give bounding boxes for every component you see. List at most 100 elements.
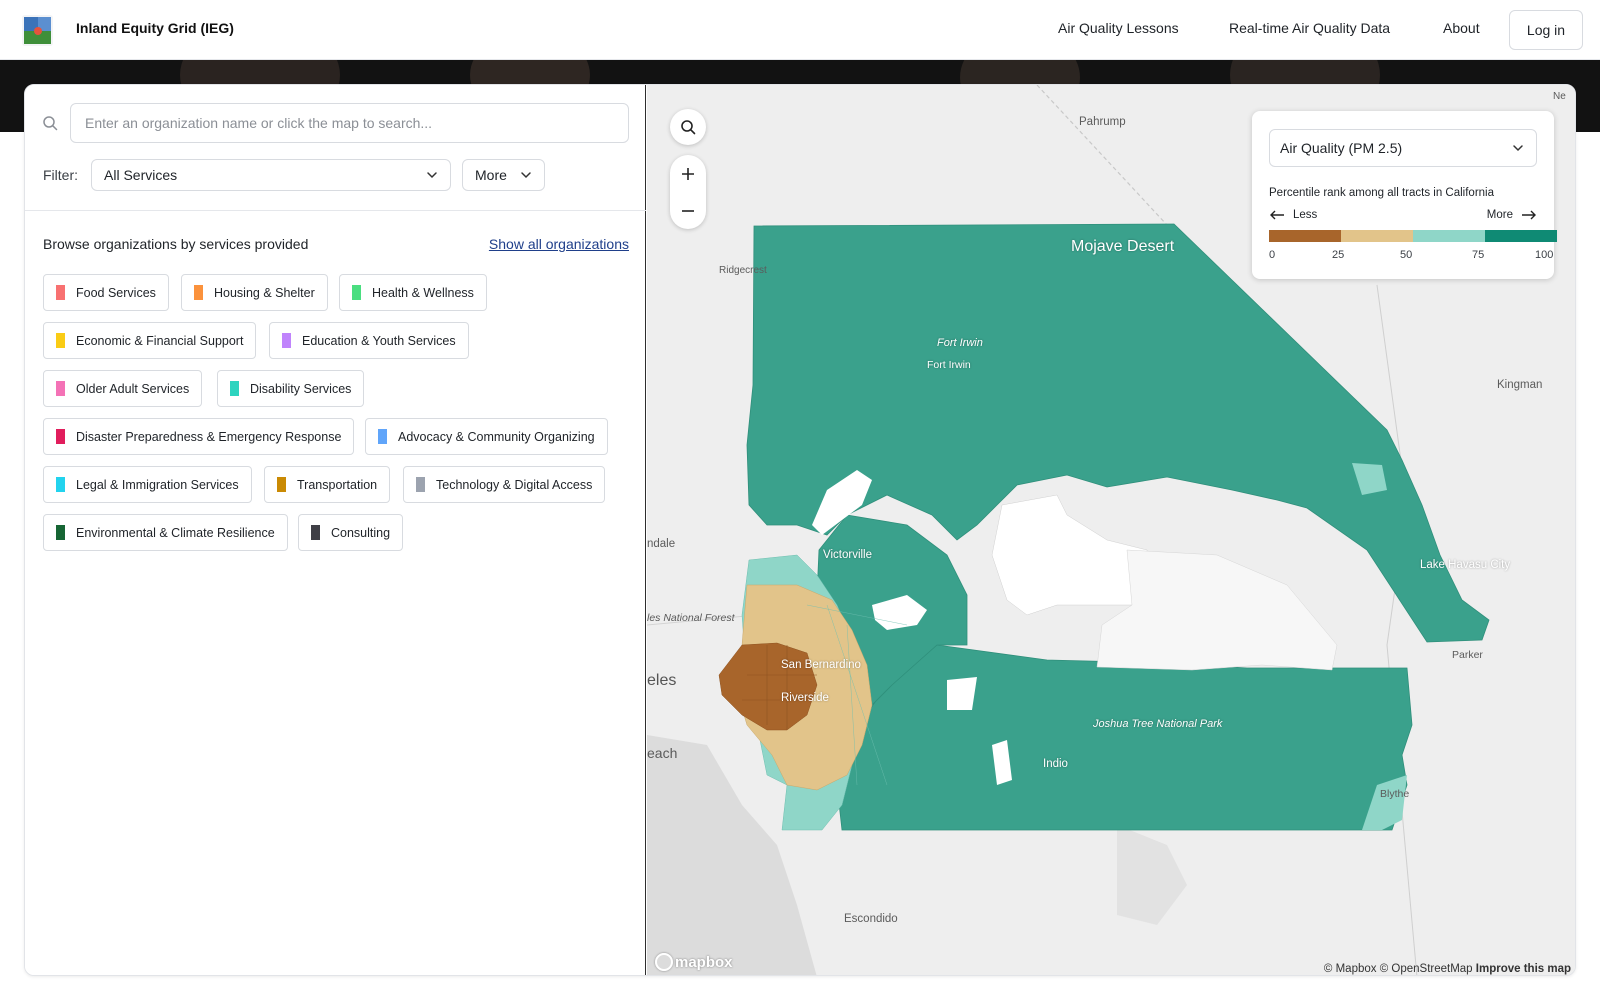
label-indio: Indio (1043, 758, 1068, 770)
chevron-down-icon (1513, 145, 1523, 152)
map-legend: Air Quality (PM 2.5) Percentile rank amo… (1252, 111, 1557, 279)
zoom-controls (670, 155, 706, 229)
service-color-swatch (56, 285, 65, 300)
service-chip-housing-shelter[interactable]: Housing & Shelter (181, 274, 328, 311)
service-color-swatch (277, 477, 286, 492)
service-chip-disaster-preparedness[interactable]: Disaster Preparedness & Emergency Respon… (43, 418, 355, 455)
service-chip-economic-financial-support[interactable]: Economic & Financial Support (43, 322, 257, 359)
service-chip-advocacy-community-organizing[interactable]: Advocacy & Community Organizing (365, 418, 608, 455)
label-fort-irwin-town: Fort Irwin (927, 359, 971, 371)
minus-icon (682, 209, 694, 212)
search-icon (43, 116, 58, 131)
plus-icon (682, 167, 694, 180)
legend-color-bar (1269, 230, 1557, 242)
service-chip-disability-services[interactable]: Disability Services (217, 370, 365, 407)
organization-search-input[interactable] (70, 103, 629, 143)
nav-air-quality-lessons[interactable]: Air Quality Lessons (1058, 20, 1179, 36)
service-chip-label: Advocacy & Community Organizing (398, 429, 595, 444)
main-card: Filter: All Services More Browse organiz… (24, 84, 1576, 976)
service-color-swatch (230, 381, 239, 396)
service-color-swatch (282, 333, 291, 348)
legend-tick-50: 50 (1400, 249, 1413, 261)
services-filter-select[interactable]: All Services (91, 159, 451, 191)
arrow-left-icon (1270, 210, 1284, 220)
service-chip-education-youth-services[interactable]: Education & Youth Services (269, 322, 469, 359)
filter-label: Filter: (43, 167, 78, 183)
ieg-logo-icon[interactable] (21, 14, 54, 47)
mapbox-logo-text: mapbox (675, 953, 733, 971)
service-chip-label: Older Adult Services (76, 381, 190, 396)
label-riverside: Riverside (781, 692, 829, 704)
legend-tick-25: 25 (1332, 249, 1345, 261)
legend-swatch-50-75 (1413, 230, 1485, 242)
service-chip-legal-immigration-services[interactable]: Legal & Immigration Services (43, 466, 252, 503)
service-chip-label: Housing & Shelter (214, 285, 315, 300)
label-fort-irwin: Fort Irwin (937, 337, 983, 349)
service-color-swatch (56, 381, 65, 396)
legend-swatch-25-50 (1341, 230, 1413, 242)
legend-swatch-0-25 (1269, 230, 1341, 242)
service-chip-consulting[interactable]: Consulting (298, 514, 404, 551)
label-national-forest: les National Forest (647, 612, 735, 624)
service-chip-technology-digital-access[interactable]: Technology & Digital Access (403, 466, 606, 503)
label-ridgecrest: Ridgecrest (719, 265, 767, 276)
legend-more: More (1487, 209, 1537, 221)
service-chip-label: Disaster Preparedness & Emergency Respon… (76, 429, 342, 444)
show-all-organizations-link[interactable]: Show all organizations (489, 236, 629, 252)
nav-real-time-air-quality-data[interactable]: Real-time Air Quality Data (1229, 20, 1390, 36)
service-chip-label: Food Services (76, 285, 156, 300)
legend-less: Less (1269, 209, 1317, 221)
legend-less-label: Less (1293, 209, 1318, 221)
mapbox-logo[interactable]: mapbox (655, 953, 733, 971)
service-chip-label: Economic & Financial Support (76, 333, 244, 348)
service-chip-food-services[interactable]: Food Services (43, 274, 169, 311)
mapbox-logo-icon (655, 953, 673, 971)
service-color-swatch (194, 285, 203, 300)
chevron-down-icon (427, 172, 437, 179)
legend-tick-100: 100 (1535, 249, 1554, 261)
label-victorville: Victorville (823, 549, 872, 561)
service-color-swatch (378, 429, 387, 444)
service-color-swatch (56, 525, 65, 540)
login-button[interactable]: Log in (1509, 10, 1583, 50)
service-color-swatch (56, 333, 65, 348)
service-chip-label: Health & Wellness (372, 285, 474, 300)
top-nav-bar: Inland Equity Grid (IEG) Air Quality Les… (0, 0, 1600, 60)
more-filters-label: More (475, 167, 507, 183)
attribution-osm-link[interactable]: © OpenStreetMap (1380, 963, 1473, 975)
more-filters-button[interactable]: More (462, 159, 545, 191)
service-color-swatch (56, 429, 65, 444)
app-title[interactable]: Inland Equity Grid (IEG) (76, 20, 234, 36)
label-blythe: Blythe (1380, 788, 1410, 800)
chevron-down-icon (521, 172, 531, 179)
browse-title: Browse organizations by services provide… (43, 236, 309, 252)
label-pahrump: Pahrump (1079, 116, 1126, 128)
label-kingman: Kingman (1497, 379, 1543, 391)
label-mojave-desert: Mojave Desert (1071, 238, 1175, 255)
zoom-out-button[interactable] (670, 192, 706, 229)
legend-more-label: More (1486, 209, 1513, 221)
service-chip-transportation[interactable]: Transportation (264, 466, 391, 503)
map-layer-select[interactable]: Air Quality (PM 2.5) (1269, 129, 1537, 167)
map-attribution: © Mapbox © OpenStreetMap Improve this ma… (1324, 963, 1571, 975)
service-chip-health-wellness[interactable]: Health & Wellness (339, 274, 487, 311)
map-canvas[interactable]: Pahrump Ridgecrest Mojave Desert Fort Ir… (647, 85, 1575, 975)
legend-title: Percentile rank among all tracts in Cali… (1269, 187, 1494, 199)
search-panel: Filter: All Services More Browse organiz… (25, 85, 646, 975)
service-chip-label: Environmental & Climate Resilience (76, 525, 275, 540)
service-chip-label: Technology & Digital Access (436, 477, 593, 492)
service-chip-label: Disability Services (250, 381, 352, 396)
map-search-button[interactable] (670, 109, 706, 145)
label-long-beach: each (647, 745, 678, 761)
service-chip-older-adult-services[interactable]: Older Adult Services (43, 370, 203, 407)
zoom-in-button[interactable] (670, 155, 706, 192)
services-filter-value: All Services (104, 167, 178, 183)
service-chip-label: Legal & Immigration Services (76, 477, 239, 492)
panel-divider (25, 210, 646, 211)
service-chip-environmental-climate-resilience[interactable]: Environmental & Climate Resilience (43, 514, 288, 551)
map-layer-value: Air Quality (PM 2.5) (1280, 140, 1403, 156)
improve-map-link[interactable]: Improve this map (1476, 963, 1571, 975)
label-escondido: Escondido (844, 913, 898, 925)
nav-about[interactable]: About (1443, 20, 1480, 36)
attribution-mapbox-link[interactable]: © Mapbox (1324, 963, 1377, 975)
